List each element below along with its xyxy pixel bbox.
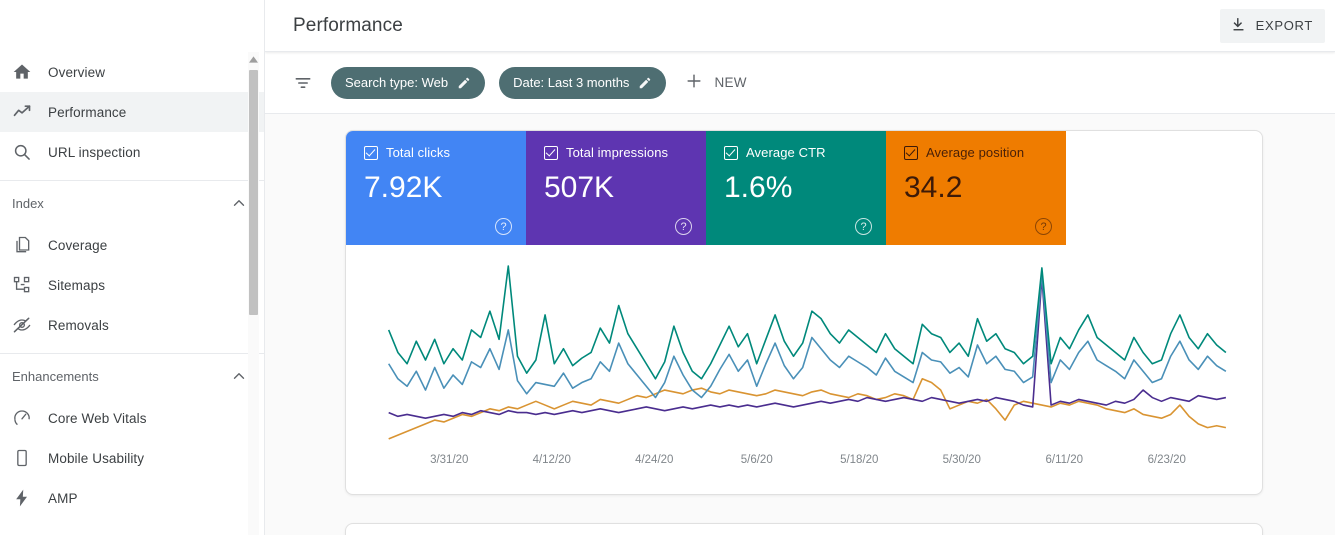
x-axis-tick-label: 5/6/20 xyxy=(740,454,773,466)
sidebar-item-mobile-usability[interactable]: Mobile Usability xyxy=(0,438,264,478)
trending-up-icon xyxy=(12,100,48,124)
search-console-app: Overview Performance URL inspection Inde… xyxy=(0,0,1335,535)
new-filter-label: NEW xyxy=(714,75,747,90)
sidebar-section-enhancements[interactable]: Enhancements xyxy=(0,354,264,398)
metric-value: 7.92K xyxy=(364,171,443,204)
filter-chip-label: Date: Last 3 months xyxy=(513,75,630,90)
sidebar-scroll-area: Overview Performance URL inspection Inde… xyxy=(0,52,264,535)
performance-line-chart[interactable]: 3/31/20 4/12/20 4/24/20 5/6/20 5/18/20 5/30/2… xyxy=(346,245,1262,494)
metric-header: Total impressions xyxy=(544,145,690,160)
new-filter-button[interactable]: NEW xyxy=(680,67,754,99)
filter-list-icon[interactable] xyxy=(293,73,313,93)
filter-bar: Search type: Web Date: Last 3 months NEW xyxy=(265,52,1335,114)
sidebar-item-label: Overview xyxy=(48,64,106,80)
content-scroll-area: Total clicks 7.92K ? Total impressions 5… xyxy=(265,114,1335,535)
checkbox-icon[interactable] xyxy=(544,145,558,160)
sidebar-item-label: Performance xyxy=(48,104,127,120)
help-circle-icon[interactable]: ? xyxy=(1035,218,1052,235)
performance-chart-card: Total clicks 7.92K ? Total impressions 5… xyxy=(345,130,1263,495)
export-label: EXPORT xyxy=(1255,18,1313,33)
sidebar-section-label: Index xyxy=(12,195,44,211)
export-button[interactable]: EXPORT xyxy=(1219,8,1325,43)
secondary-table-card xyxy=(345,523,1263,535)
chevron-up-icon[interactable] xyxy=(230,367,248,385)
sidebar-item-removals[interactable]: Removals xyxy=(0,305,264,345)
sidebar-item-label: Sitemaps xyxy=(48,277,106,293)
help-circle-icon[interactable]: ? xyxy=(855,218,872,235)
checkbox-icon[interactable] xyxy=(724,145,738,160)
speedometer-icon xyxy=(12,406,48,430)
x-axis-tick-label: 6/11/20 xyxy=(1045,454,1083,466)
metric-label: Total clicks xyxy=(386,145,451,160)
metric-header: Total clicks xyxy=(364,145,510,160)
sidebar-item-sitemaps[interactable]: Sitemaps xyxy=(0,265,264,305)
x-axis-tick-label: 4/24/20 xyxy=(635,454,674,466)
metric-value: 34.2 xyxy=(904,171,963,204)
sitemap-icon xyxy=(12,273,48,297)
page-title: Performance xyxy=(293,14,403,36)
metric-total-clicks[interactable]: Total clicks 7.92K ? xyxy=(346,131,526,245)
metric-value: 507K xyxy=(544,171,615,204)
metric-average-position[interactable]: Average position 34.2 ? xyxy=(886,131,1066,245)
metric-average-ctr[interactable]: Average CTR 1.6% ? xyxy=(706,131,886,245)
chart-series-line xyxy=(389,379,1226,439)
filter-chip-date[interactable]: Date: Last 3 months xyxy=(499,66,667,99)
help-circle-icon[interactable]: ? xyxy=(495,218,512,235)
sidebar-item-label: Removals xyxy=(48,317,109,333)
top-header-bar: Performance EXPORT xyxy=(265,0,1335,52)
metric-header: Average CTR xyxy=(724,145,870,160)
sidebar-scrollbar[interactable] xyxy=(248,52,259,535)
chart-series-line xyxy=(389,277,1226,418)
checkbox-icon[interactable] xyxy=(904,145,918,160)
main-content: Performance EXPORT Search type: Web Date xyxy=(265,0,1335,535)
x-axis-tick-label: 4/12/20 xyxy=(532,454,571,466)
lightning-bolt-icon xyxy=(12,486,48,510)
eye-off-icon xyxy=(12,313,48,337)
metric-value: 1.6% xyxy=(724,171,793,204)
sidebar-item-performance[interactable]: Performance xyxy=(0,92,264,132)
sidebar-item-coverage[interactable]: Coverage xyxy=(0,225,264,265)
scrollbar-thumb[interactable] xyxy=(249,70,258,315)
metrics-row: Total clicks 7.92K ? Total impressions 5… xyxy=(346,131,1262,245)
scroll-up-arrow-icon[interactable] xyxy=(248,52,259,66)
x-axis-tick-label: 3/31/20 xyxy=(430,454,469,466)
checkbox-icon[interactable] xyxy=(364,145,378,160)
chart-series-line xyxy=(389,274,1226,398)
metric-label: Total impressions xyxy=(566,145,669,160)
sidebar-item-overview[interactable]: Overview xyxy=(0,52,264,92)
x-axis-tick-label: 5/30/20 xyxy=(942,454,981,466)
sidebar-item-label: Coverage xyxy=(48,237,108,253)
pages-icon xyxy=(12,233,48,257)
sidebar-item-amp[interactable]: AMP xyxy=(0,478,264,518)
sidebar-item-label: URL inspection xyxy=(48,144,141,160)
sidebar-item-label: Core Web Vitals xyxy=(48,410,147,426)
chevron-up-icon[interactable] xyxy=(230,194,248,212)
mobile-device-icon xyxy=(12,446,48,470)
x-axis-tick-label: 5/18/20 xyxy=(840,454,879,466)
metric-label: Average position xyxy=(926,145,1025,160)
x-axis-tick-label: 6/23/20 xyxy=(1147,454,1186,466)
sidebar-item-core-web-vitals[interactable]: Core Web Vitals xyxy=(0,398,264,438)
pencil-icon[interactable] xyxy=(638,76,652,90)
help-circle-icon[interactable]: ? xyxy=(675,218,692,235)
filter-chip-search-type[interactable]: Search type: Web xyxy=(331,66,486,99)
plus-icon xyxy=(684,71,704,94)
filter-chip-label: Search type: Web xyxy=(345,75,449,90)
sidebar: Overview Performance URL inspection Inde… xyxy=(0,0,265,535)
sidebar-item-url-inspection[interactable]: URL inspection xyxy=(0,132,264,172)
sidebar-section-index[interactable]: Index xyxy=(0,181,264,225)
metric-total-impressions[interactable]: Total impressions 507K ? xyxy=(526,131,706,245)
pencil-icon[interactable] xyxy=(457,76,471,90)
chart-x-axis: 3/31/20 4/12/20 4/24/20 5/6/20 5/18/20 5/30/2… xyxy=(346,454,1262,466)
search-icon xyxy=(12,140,48,164)
download-icon xyxy=(1230,16,1247,36)
sidebar-item-label: AMP xyxy=(48,490,78,506)
home-icon xyxy=(12,60,48,84)
metric-label: Average CTR xyxy=(746,145,826,160)
metric-header: Average position xyxy=(904,145,1050,160)
sidebar-item-label: Mobile Usability xyxy=(48,450,145,466)
sidebar-section-label: Enhancements xyxy=(12,368,99,384)
